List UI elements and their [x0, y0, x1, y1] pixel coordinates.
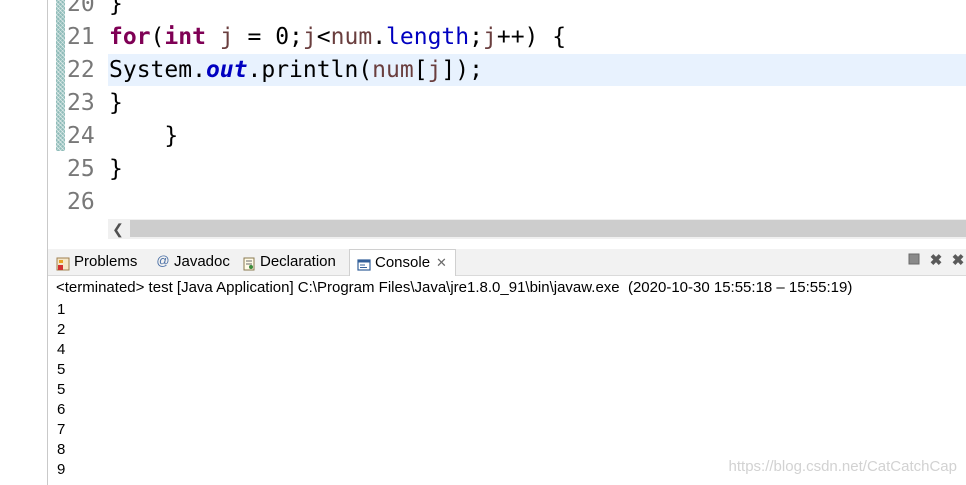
output-line: 6 [57, 401, 66, 418]
variable-token: j [483, 24, 497, 50]
output-line: 5 [57, 381, 66, 398]
code-token: ]); [441, 57, 483, 83]
code-text[interactable]: } [109, 120, 178, 153]
code-token: ++) { [496, 24, 567, 50]
declaration-icon [242, 254, 256, 271]
variable-token: j [219, 24, 234, 50]
watermark: https://blog.csdn.net/CatCatchCap [728, 458, 957, 475]
code-line: 21 for(int j = 0;j<num.length;j++) { [0, 21, 966, 54]
code-token: println [261, 57, 359, 83]
tab-console[interactable]: Console ✕ [349, 249, 456, 276]
tab-label: Problems [74, 253, 138, 270]
line-number: 20 [67, 0, 95, 17]
horizontal-scrollbar[interactable]: ❮ [108, 219, 966, 239]
output-line: 8 [57, 441, 66, 458]
console-icon [357, 255, 371, 271]
line-number: 21 [67, 24, 95, 50]
static-field-token: out [205, 57, 248, 83]
scrollbar-thumb[interactable] [130, 220, 966, 237]
scroll-left-arrow-icon[interactable]: ❮ [108, 219, 128, 239]
code-line: 22 System.out.println(num[j]); [0, 54, 966, 87]
variable-token: j [302, 24, 317, 50]
code-line: 24 } [0, 120, 966, 153]
tab-label: Console [375, 254, 431, 271]
line-number: 25 [67, 156, 95, 182]
keyword-token: int [164, 24, 206, 50]
output-line: 2 [57, 321, 66, 338]
code-token: ( [150, 24, 165, 50]
code-token: = 0; [233, 24, 303, 50]
code-line: 26 [0, 186, 966, 219]
code-editor[interactable]: 20 } 21 for(int j = 0;j<num.length;j++) … [0, 0, 966, 485]
close-tab-icon[interactable]: ✕ [436, 250, 447, 276]
code-text[interactable]: } [109, 87, 123, 120]
code-token: ; [469, 24, 483, 50]
code-token: . [372, 24, 387, 50]
code-token: . [247, 57, 262, 83]
tab-problems[interactable]: Problems [56, 249, 137, 275]
line-number: 22 [67, 57, 95, 83]
code-token: System [109, 57, 193, 83]
terminate-icon[interactable] [906, 253, 922, 269]
code-token: ( [358, 57, 373, 83]
tab-declaration[interactable]: Declaration [242, 249, 336, 275]
code-text[interactable]: System.out.println(num[j]); [109, 54, 483, 87]
tab-label: Declaration [260, 253, 336, 270]
remove-all-terminated-icon[interactable]: ✖ [950, 253, 966, 269]
variable-token: num [330, 24, 373, 50]
line-number: 26 [67, 189, 95, 215]
code-text[interactable]: } [109, 153, 123, 186]
output-line: 1 [57, 301, 66, 318]
field-token: length [386, 24, 470, 50]
code-token: . [192, 57, 206, 83]
tab-label: Javadoc [174, 253, 230, 270]
code-line: 23 } [0, 87, 966, 120]
code-text[interactable]: } [109, 0, 123, 21]
line-number: 24 [67, 123, 95, 149]
remove-launch-icon[interactable]: ✖ [928, 253, 944, 269]
view-tab-bar: Problems @ Javadoc Declaration Console ✕… [48, 249, 966, 276]
variable-token: j [427, 57, 442, 83]
line-number: 23 [67, 90, 95, 116]
console-process-label: <terminated> test [Java Application] C:\… [56, 279, 853, 296]
at-icon: @ [156, 253, 170, 269]
output-line: 7 [57, 421, 66, 438]
keyword-token: for [109, 24, 151, 50]
code-line: 20 } [0, 0, 966, 21]
output-line: 4 [57, 341, 66, 358]
console-view-panel: Problems @ Javadoc Declaration Console ✕… [48, 240, 966, 485]
console-output[interactable]: 1 2 4 5 5 6 7 8 9 [57, 300, 65, 480]
output-line: 9 [57, 461, 66, 478]
code-line: 25 } [0, 153, 966, 186]
code-token: < [316, 24, 331, 50]
tab-javadoc[interactable]: @ Javadoc [156, 249, 230, 275]
variable-token: num [372, 57, 414, 83]
problems-icon [56, 254, 70, 271]
code-token: [ [413, 57, 428, 83]
code-text[interactable]: for(int j = 0;j<num.length;j++) { [109, 21, 566, 54]
output-line: 5 [57, 361, 66, 378]
